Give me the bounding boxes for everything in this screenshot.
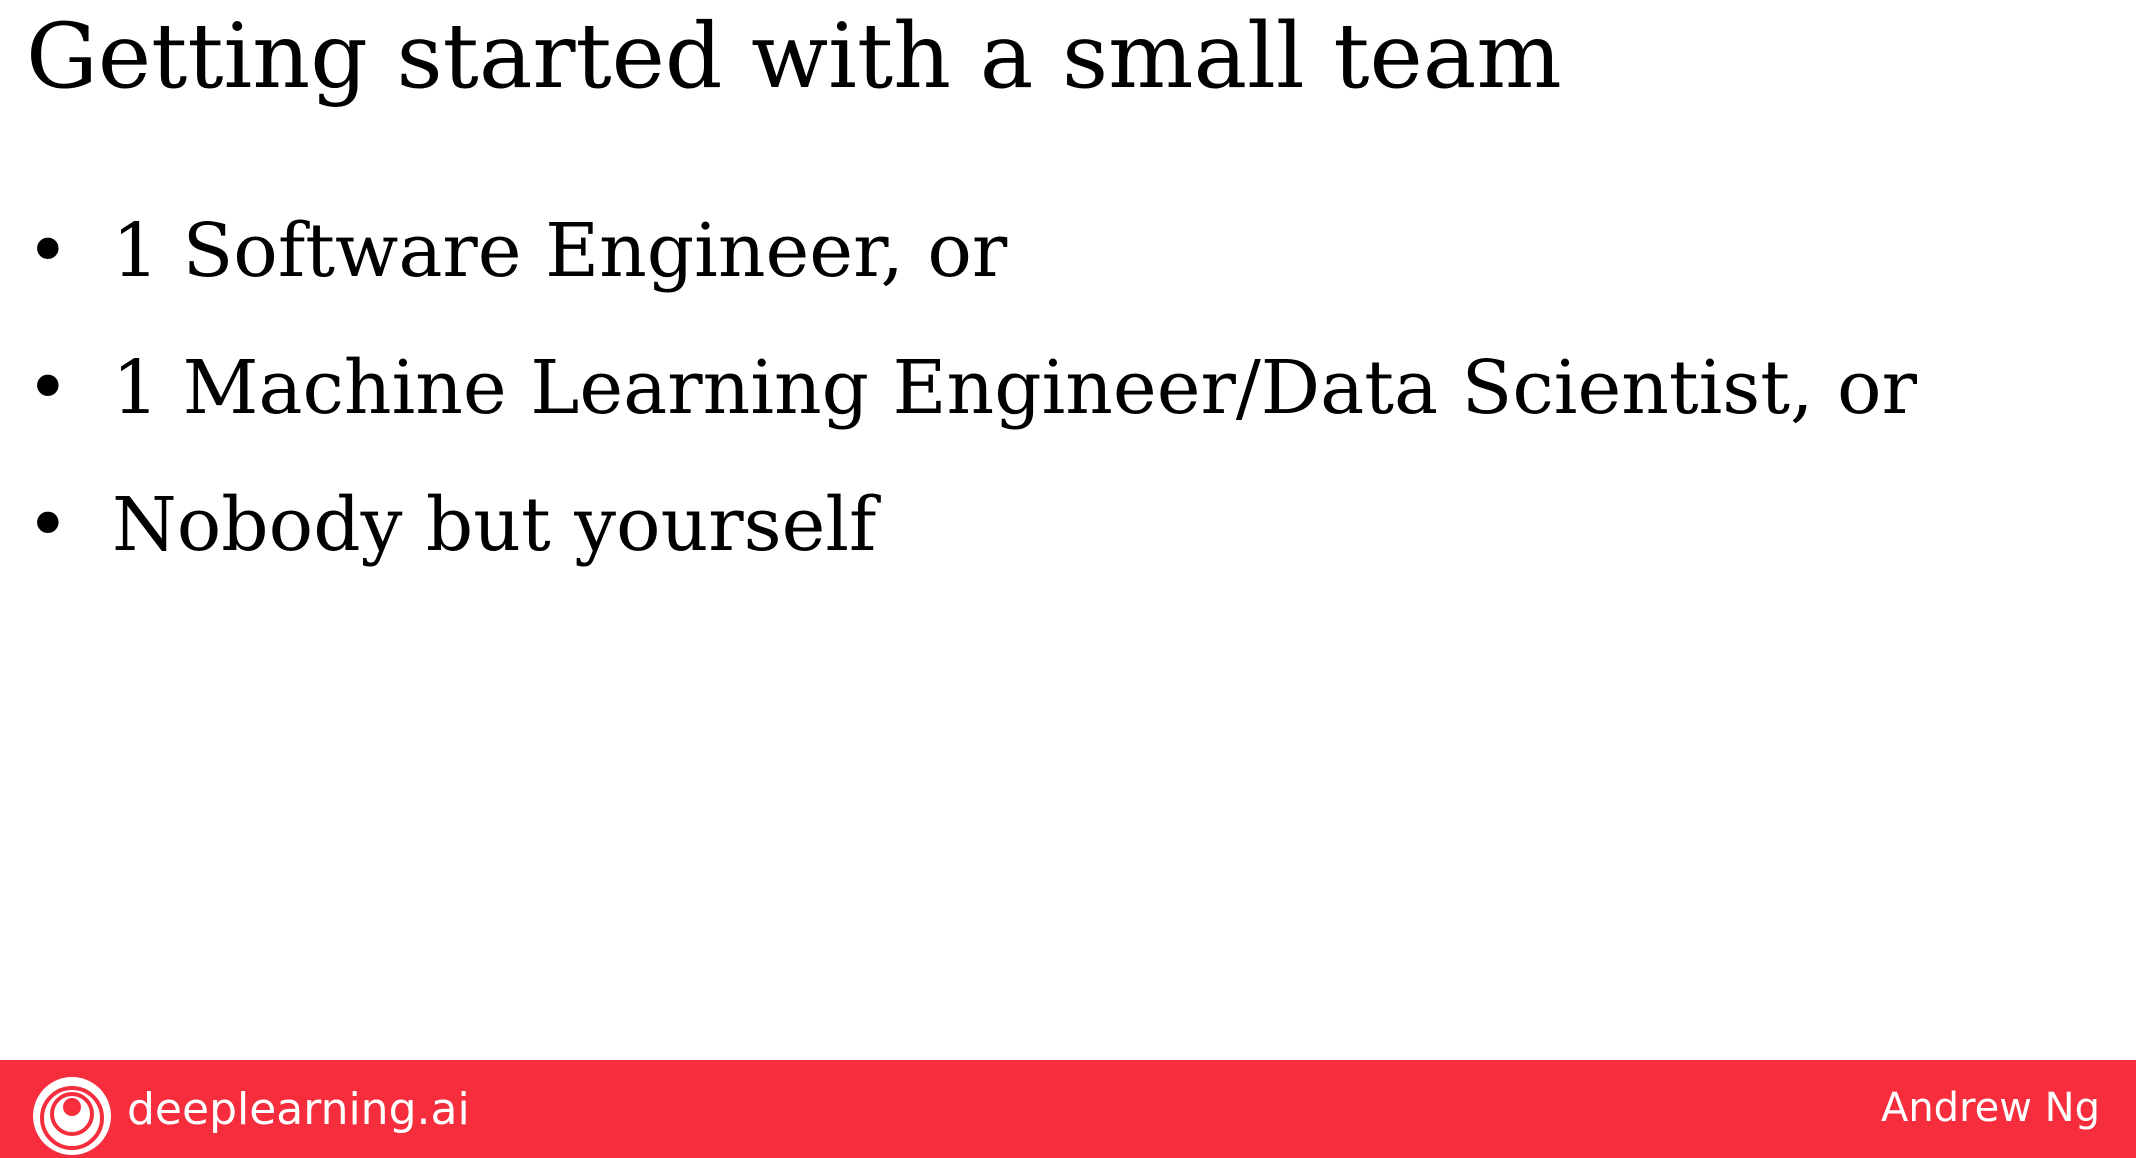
brand-name: deeplearning.ai	[127, 1084, 470, 1135]
bullet-item: • Nobody but yourself	[26, 456, 1917, 593]
bullet-list: • 1 Software Engineer, or • 1 Machine Le…	[26, 182, 1917, 593]
slide-title: Getting started with a small team	[26, 4, 1562, 109]
deeplearning-logo-icon	[33, 1077, 111, 1155]
bullet-item: • 1 Machine Learning Engineer/Data Scien…	[26, 319, 1917, 456]
bullet-text: Nobody but yourself	[112, 481, 877, 568]
bullet-item: • 1 Software Engineer, or	[26, 182, 1917, 319]
author-name: Andrew Ng	[1880, 1085, 2100, 1131]
bullet-text: 1 Machine Learning Engineer/Data Scienti…	[112, 344, 1917, 431]
bullet-text: 1 Software Engineer, or	[112, 207, 1008, 294]
bullet-marker: •	[26, 344, 70, 431]
footer-bar: deeplearning.ai Andrew Ng	[0, 1060, 2136, 1158]
bullet-marker: •	[26, 207, 70, 294]
slide: Getting started with a small team • 1 So…	[0, 0, 2136, 1158]
bullet-marker: •	[26, 481, 70, 568]
